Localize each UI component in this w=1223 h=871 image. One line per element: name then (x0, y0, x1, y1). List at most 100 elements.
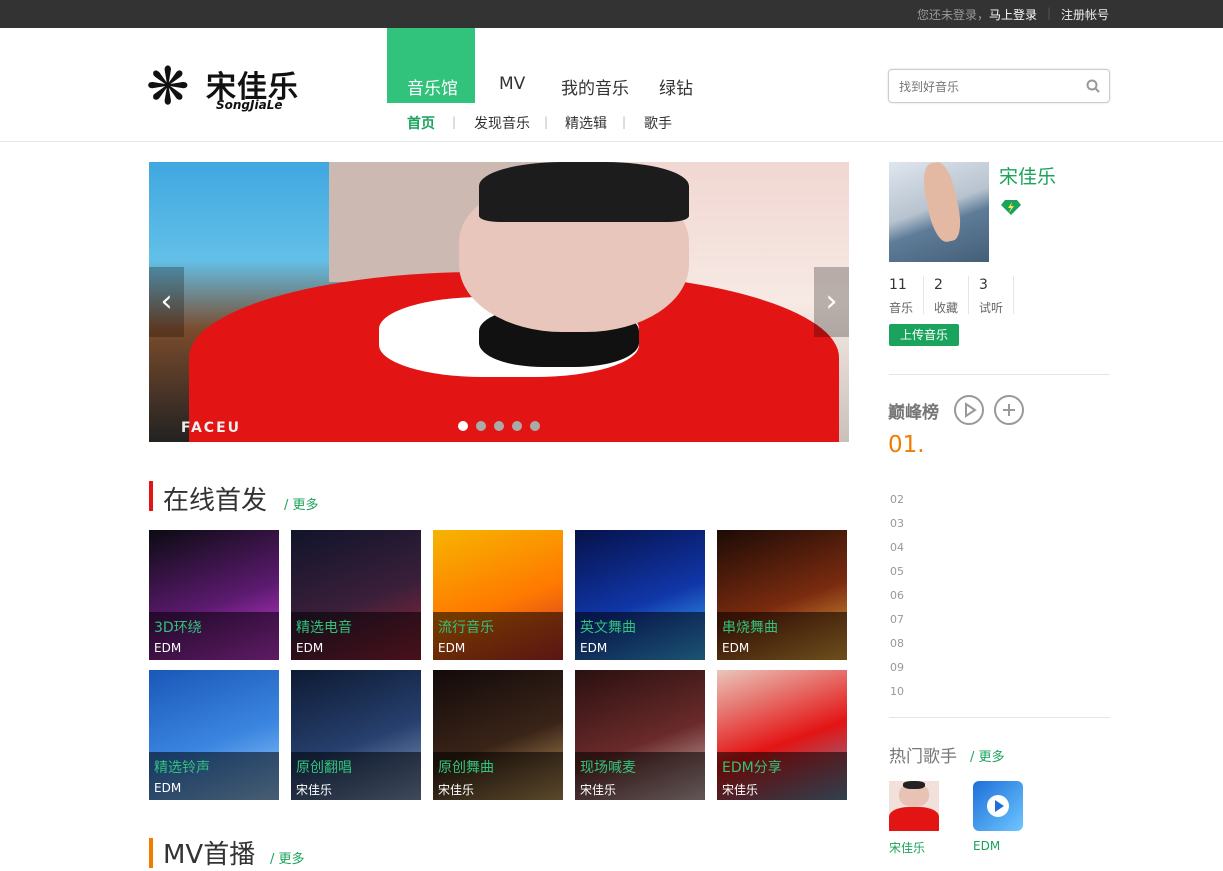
tile-tag: EDM (154, 781, 182, 795)
tile-tag: EDM (438, 641, 466, 655)
plus-circle-icon[interactable] (994, 395, 1024, 425)
subnav-discover[interactable]: 发现音乐 (474, 113, 530, 133)
play-circle-icon[interactable] (954, 395, 984, 425)
carousel-dot[interactable] (530, 421, 540, 431)
playlist-tile[interactable]: EDM分享宋佳乐 (717, 670, 847, 800)
subnav-home[interactable]: 首页 (407, 113, 435, 133)
not-logged-in-text: 您还未登录， (917, 8, 990, 22)
search-input[interactable] (899, 78, 1079, 96)
tile-tag: 宋佳乐 (296, 783, 333, 797)
stat-label: 收藏 (934, 301, 959, 315)
singer-avatar[interactable] (889, 781, 939, 831)
stat-value: 11 (889, 277, 907, 293)
rank-number[interactable]: 08 (890, 637, 904, 650)
tile-title: 原创翻唱 (296, 760, 352, 776)
stat-music[interactable]: 11 音乐 (889, 277, 925, 315)
register-link[interactable]: 注册帐号 (1061, 6, 1109, 23)
search-box (888, 69, 1110, 103)
divider (889, 717, 1110, 718)
banner-carousel[interactable]: FACEU ‹ › (149, 162, 849, 442)
divider (923, 276, 924, 314)
playlist-tile[interactable]: 原创翻唱 宋佳乐 (291, 670, 421, 800)
logo-subtitle: SongJiaLe (216, 98, 283, 112)
chevron-right-icon[interactable]: › (814, 267, 849, 337)
peak-chart-title: 巅峰榜 (888, 403, 939, 423)
upload-music-button[interactable]: 上传音乐 (889, 324, 959, 346)
rank-number[interactable]: 10 (890, 685, 904, 698)
rank-first[interactable]: 01. (888, 432, 925, 458)
tile-tag: EDM (722, 641, 750, 655)
nav-item-my-music[interactable]: 我的音乐 (561, 74, 629, 99)
tile-tag: 宋佳乐 (580, 783, 617, 797)
playlist-tile[interactable]: 英文舞曲 EDM (575, 530, 705, 660)
carousel-dot[interactable] (494, 421, 504, 431)
tile-tag: 宋佳乐 (722, 783, 759, 797)
subnav-singers[interactable]: 歌手 (644, 113, 672, 133)
divider (889, 374, 1110, 375)
rank-number[interactable]: 04 (890, 541, 904, 554)
nav-item-mv[interactable]: MV (499, 74, 525, 94)
section-title-text: 在线首发 (163, 486, 268, 516)
rank-number[interactable]: 06 (890, 589, 904, 602)
carousel-dot[interactable] (476, 421, 486, 431)
rank-number[interactable]: 03 (890, 517, 904, 530)
playlist-tile[interactable]: 流行音乐 EDM (433, 530, 563, 660)
tile-tag: EDM (154, 641, 182, 655)
section-bar (149, 838, 153, 868)
carousel-dots (458, 421, 548, 433)
login-link[interactable]: 马上登录 (989, 8, 1037, 22)
avatar-photo (919, 162, 965, 245)
section-bar (149, 481, 153, 511)
rank-number[interactable]: 09 (890, 661, 904, 674)
hot-singers-more-link[interactable]: / 更多 (970, 746, 1005, 765)
divider (968, 276, 969, 314)
tile-title: EDM分享 (722, 760, 782, 776)
tile-title: 英文舞曲 (580, 620, 636, 636)
rank-number[interactable]: 07 (890, 613, 904, 626)
singer-avatar[interactable] (973, 781, 1023, 831)
subnav-separator: | (544, 115, 549, 129)
avatar[interactable] (889, 162, 989, 262)
snowflake-logo-icon: ❋ (146, 57, 190, 117)
tile-title: 精选电音 (296, 620, 352, 636)
mv-more-link[interactable]: / 更多 (270, 848, 305, 867)
section-title-text: MV首播 (163, 840, 256, 870)
carousel-dot[interactable] (458, 421, 468, 431)
stat-favorites[interactable]: 2 收藏 (934, 277, 970, 315)
tile-tag: 宋佳乐 (438, 783, 475, 797)
profile-name[interactable]: 宋佳乐 (999, 162, 1056, 189)
singer-name[interactable]: 宋佳乐 (889, 839, 925, 856)
header: ❋ 宋佳乐 SongJiaLe 音乐馆 MV 我的音乐 绿钻 首页 | 发现音乐… (0, 28, 1223, 142)
tile-title: 串烧舞曲 (722, 620, 778, 636)
playlist-tile[interactable]: 精选铃声 EDM (149, 670, 279, 800)
login-status: 您还未登录，马上登录 (917, 6, 1037, 23)
stat-value: 3 (979, 277, 988, 293)
stat-value: 2 (934, 277, 943, 293)
nav-item-music-hall[interactable]: 音乐馆 (407, 74, 458, 99)
tile-title: 原创舞曲 (438, 760, 494, 776)
playlist-tile[interactable]: 原创舞曲 宋佳乐 (433, 670, 563, 800)
playlist-tile[interactable]: 精选电音 EDM (291, 530, 421, 660)
playlist-tile[interactable]: 3D环绕 EDM (149, 530, 279, 660)
search-icon[interactable] (1085, 78, 1101, 94)
playlist-tile[interactable]: 现场喊麦 宋佳乐 (575, 670, 705, 800)
banner-photo-hair (479, 162, 689, 222)
subnav-separator: | (452, 115, 457, 129)
rank-number[interactable]: 02 (890, 493, 904, 506)
chevron-left-icon[interactable]: ‹ (149, 267, 184, 337)
playlist-tile[interactable]: 串烧舞曲 EDM (717, 530, 847, 660)
topbar-separator: | (1047, 6, 1052, 20)
tile-tag: EDM (296, 641, 324, 655)
stat-label: 音乐 (889, 301, 914, 315)
tile-title: 现场喊麦 (580, 760, 636, 776)
site-logo[interactable]: ❋ 宋佳乐 SongJiaLe (146, 60, 306, 120)
tile-tag: EDM (580, 641, 608, 655)
carousel-dot[interactable] (512, 421, 522, 431)
singer-name[interactable]: EDM (973, 839, 1000, 853)
rank-number[interactable]: 05 (890, 565, 904, 578)
stat-listened[interactable]: 3 试听 (979, 277, 1015, 315)
tile-title: 3D环绕 (154, 620, 202, 636)
subnav-albums[interactable]: 精选辑 (565, 113, 607, 133)
nav-item-green-diamond[interactable]: 绿钻 (659, 74, 693, 99)
online-first-more-link[interactable]: / 更多 (284, 494, 319, 513)
